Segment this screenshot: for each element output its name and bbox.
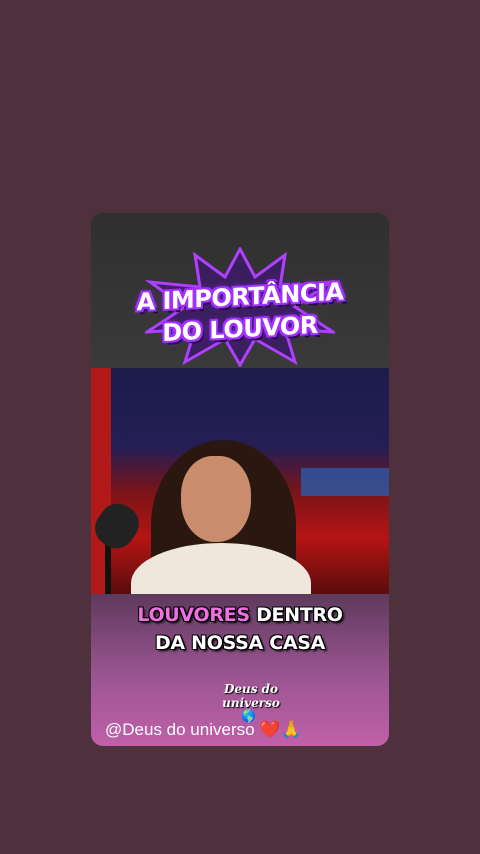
subtitle-line-2: DA NOSSA CASA	[154, 632, 326, 654]
story-card[interactable]: A IMPORTÂNCIA DO LOUVOR LOUVORES DENTRO …	[91, 213, 389, 746]
mention-caption[interactable]: @Deus do universo ❤️🙏	[105, 720, 302, 740]
subtitle-line-1: LOUVORES DENTRO	[91, 604, 389, 626]
singer-face	[181, 456, 251, 542]
subtitle-highlight: LOUVORES	[137, 604, 250, 626]
stage-light	[301, 468, 389, 496]
page: A IMPORTÂNCIA DO LOUVOR LOUVORES DENTRO …	[0, 0, 480, 854]
subtitle-line-1-rest: DENTRO	[249, 604, 343, 626]
watermark-line-1: Deus do	[223, 682, 279, 696]
channel-watermark: Deus do universo	[201, 682, 301, 710]
video-frame[interactable]	[91, 368, 389, 594]
watermark-line-2: universo	[222, 696, 280, 710]
caption-area: LOUVORES DENTRO DA NOSSA CASA Deus do un…	[91, 594, 389, 746]
title-banner: A IMPORTÂNCIA DO LOUVOR	[91, 213, 389, 368]
